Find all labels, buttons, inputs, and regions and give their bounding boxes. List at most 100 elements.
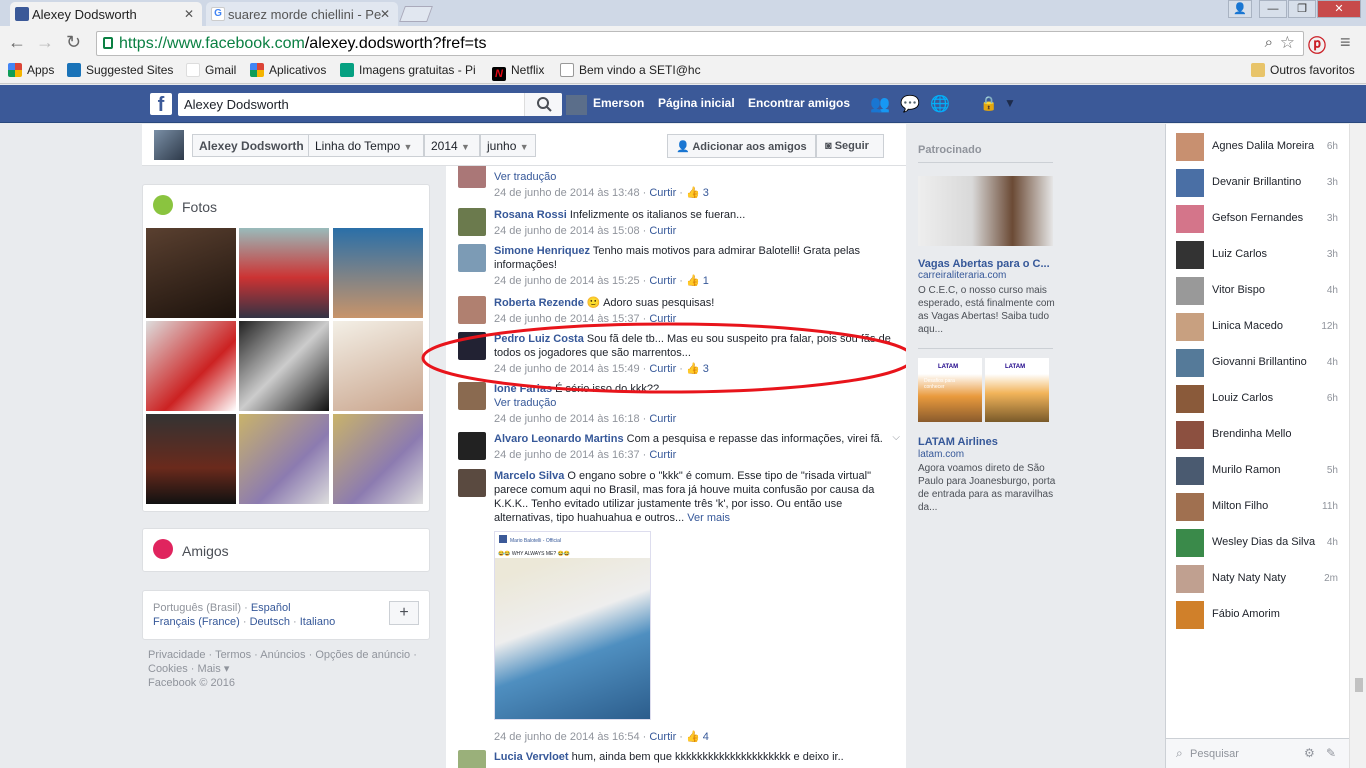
ad1-headline[interactable]: Vagas Abertas para o C... — [918, 258, 1058, 270]
footer-cookies[interactable]: Cookies — [148, 663, 188, 675]
facebook-logo-icon[interactable]: f — [150, 93, 172, 116]
bookmark-other[interactable]: Outros favoritos — [1251, 63, 1355, 77]
comment-author[interactable]: Alvaro Leonardo Martins — [494, 433, 624, 445]
add-language-button[interactable]: + — [389, 601, 419, 625]
ad2-image-2[interactable]: LATAM — [985, 358, 1049, 422]
bookmark-suggested[interactable]: Suggested Sites — [67, 63, 173, 77]
messages-icon[interactable]: 💬 — [900, 94, 920, 114]
ad1-image[interactable] — [918, 176, 1053, 246]
chat-contact[interactable]: Brendinha Mello — [1166, 417, 1350, 453]
chat-contact[interactable]: Louiz Carlos 6h — [1166, 381, 1350, 417]
comment-author[interactable]: Rosana Rossi — [494, 209, 567, 221]
photo-2[interactable] — [239, 228, 329, 318]
star-icon[interactable]: ☆ — [1280, 33, 1295, 53]
chat-contact[interactable]: Luiz Carlos 3h — [1166, 237, 1350, 273]
search-input[interactable] — [184, 97, 514, 112]
close-window-button[interactable]: ✕ — [1317, 0, 1361, 18]
page-scrollbar[interactable] — [1349, 124, 1366, 768]
minimize-button[interactable]: — — [1259, 0, 1287, 18]
like-link[interactable]: Curtir — [649, 187, 676, 199]
menu-icon[interactable]: ≡ — [1340, 32, 1351, 53]
photo-9[interactable] — [333, 414, 423, 504]
profile-avatar[interactable] — [154, 130, 184, 160]
crumb-timeline[interactable]: Linha do Tempo ▼ — [308, 134, 424, 157]
close-tab-icon[interactable]: ✕ — [380, 7, 390, 21]
bookmark-apps[interactable]: Apps — [8, 63, 54, 77]
comment-author[interactable]: Lucia Vervloet — [494, 751, 569, 763]
bookmark-netflix[interactable]: N Netflix — [492, 63, 544, 81]
avatar[interactable] — [458, 166, 486, 188]
avatar[interactable] — [458, 244, 486, 272]
add-friend-button[interactable]: 👤 Adicionar aos amigos — [667, 134, 816, 158]
facebook-search[interactable] — [178, 93, 562, 116]
ad2-domain[interactable]: latam.com — [918, 449, 964, 460]
lang-deutsch[interactable]: Deutsch — [250, 616, 290, 628]
ad2-image-1[interactable]: LATAM Desafios para conhecer — [918, 358, 982, 422]
chat-contact[interactable]: Giovanni Brillantino 4h — [1166, 345, 1350, 381]
chevron-down-icon[interactable]: ⌵ — [892, 432, 900, 443]
footer-more[interactable]: Mais — [198, 663, 221, 675]
profile-icon[interactable]: 👤 — [1228, 0, 1252, 18]
zoom-icon[interactable]: ⌕ — [1265, 34, 1273, 51]
photo-7[interactable] — [146, 414, 236, 504]
omnibox[interactable]: https://www.facebook.com/alexey.dodswort… — [96, 31, 1304, 56]
like-link[interactable]: Curtir — [649, 413, 676, 425]
crumb-name[interactable]: Alexey Dodsworth — [192, 134, 311, 157]
like-count[interactable]: 👍 4 — [686, 731, 709, 743]
chat-contact[interactable]: Linica Macedo 12h — [1166, 309, 1350, 345]
comment-author[interactable]: Roberta Rezende — [494, 297, 584, 309]
chat-contact[interactable]: Devanir Brillantino 3h — [1166, 165, 1350, 201]
nav-user[interactable]: Emerson — [593, 96, 644, 110]
friends-title[interactable]: Amigos — [182, 543, 229, 559]
chat-contact[interactable]: Agnes Dalila Moreira 6h — [1166, 129, 1350, 165]
follow-button[interactable]: ◙ Seguir — [816, 134, 884, 158]
comment-author[interactable]: Marcelo Silva — [494, 470, 564, 482]
photos-title[interactable]: Fotos — [182, 199, 217, 215]
like-link[interactable]: Curtir — [649, 449, 676, 461]
photo-1[interactable] — [146, 228, 236, 318]
back-icon[interactable]: ← — [8, 32, 26, 53]
bookmark-gmail[interactable]: Gmail — [186, 63, 236, 77]
avatar[interactable] — [458, 208, 486, 236]
photo-8[interactable] — [239, 414, 329, 504]
like-link[interactable]: Curtir — [649, 731, 676, 743]
crumb-year[interactable]: 2014 ▼ — [424, 134, 480, 157]
like-link[interactable]: Curtir — [649, 275, 676, 287]
photo-6[interactable] — [333, 321, 423, 411]
footer-ad-choices[interactable]: Opções de anúncio — [315, 649, 410, 661]
friend-requests-icon[interactable]: 👥 — [870, 94, 890, 114]
chat-contact[interactable]: Murilo Ramon 5h — [1166, 453, 1350, 489]
avatar[interactable] — [458, 296, 486, 324]
privacy-icon[interactable]: 🔒 — [980, 95, 997, 112]
bookmark-seti[interactable]: Bem vindo a SETI@hc — [560, 63, 701, 77]
chat-contact[interactable]: Milton Filho 11h — [1166, 489, 1350, 525]
tab-google[interactable]: G suarez morde chiellini - Pe ✕ — [206, 2, 398, 26]
ad1-domain[interactable]: carreiraliteraria.com — [918, 270, 1006, 281]
chat-search-input[interactable]: Pesquisar — [1190, 748, 1239, 760]
photo-4[interactable] — [146, 321, 236, 411]
bookmark-aplicativos[interactable]: Aplicativos — [250, 63, 326, 77]
nav-find-friends[interactable]: Encontrar amigos — [748, 96, 850, 110]
photo-5[interactable] — [239, 321, 329, 411]
photo-3[interactable] — [333, 228, 423, 318]
like-count[interactable]: 👍 1 — [686, 275, 709, 287]
chat-contact[interactable]: Wesley Dias da Silva 4h — [1166, 525, 1350, 561]
reload-icon[interactable]: ↻ — [66, 32, 81, 53]
chat-contact[interactable]: Fábio Amorim — [1166, 597, 1350, 633]
footer-terms[interactable]: Termos — [215, 649, 251, 661]
footer-ads[interactable]: Anúncios — [260, 649, 305, 661]
like-count[interactable]: 👍 3 — [686, 187, 709, 199]
chat-contact[interactable]: Naty Naty Naty 2m — [1166, 561, 1350, 597]
avatar[interactable] — [458, 432, 486, 460]
maximize-button[interactable]: ❐ — [1288, 0, 1316, 18]
comment-author[interactable]: Simone Henriquez — [494, 245, 590, 257]
scrollbar-thumb[interactable] — [1355, 678, 1363, 692]
chat-contact[interactable]: Gefson Fernandes 3h — [1166, 201, 1350, 237]
lang-italiano[interactable]: Italiano — [300, 616, 335, 628]
lang-espanol[interactable]: Español — [251, 602, 291, 614]
translate-link[interactable]: Ver tradução — [494, 170, 894, 184]
bookmark-imagens[interactable]: Imagens gratuitas - Pi — [340, 63, 476, 77]
avatar[interactable] — [458, 469, 486, 497]
crumb-month[interactable]: junho ▼ — [480, 134, 536, 157]
chat-contact[interactable]: Vitor Bispo 4h — [1166, 273, 1350, 309]
